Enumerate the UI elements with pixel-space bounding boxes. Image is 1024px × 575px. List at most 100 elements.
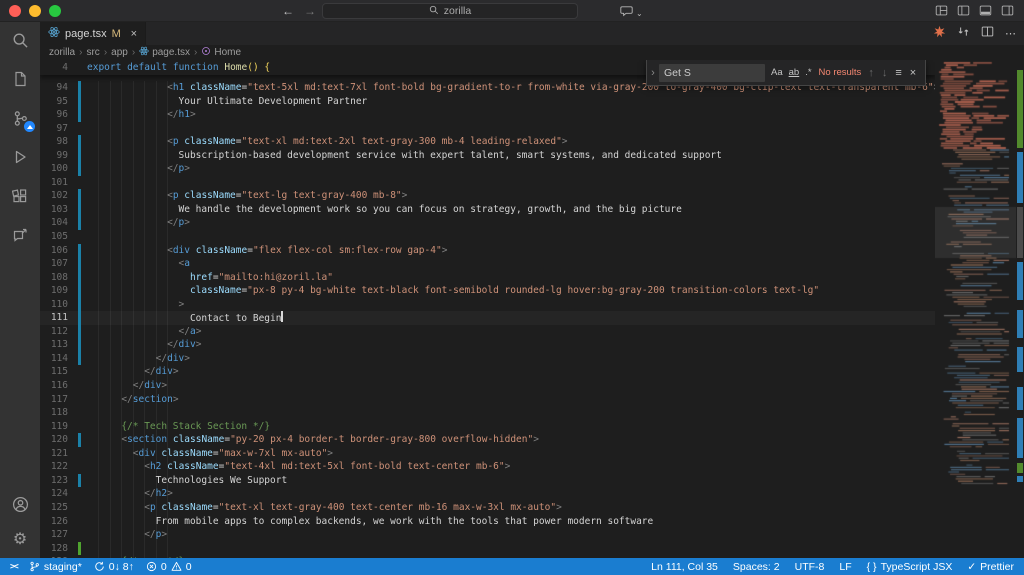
gutter-mod-marker — [77, 284, 87, 298]
code-editor[interactable]: 94 <h1 className="text-5xl md:text-7xl f… — [40, 60, 1024, 558]
gutter — [77, 447, 87, 461]
settings-gear-icon[interactable]: ⚙ — [8, 528, 32, 552]
extension-action-icon[interactable] — [933, 25, 946, 43]
git-sync-item[interactable]: 0↓ 8↑ — [94, 561, 134, 573]
match-case-toggle[interactable]: Aa — [771, 67, 783, 78]
find-in-selection-icon[interactable]: ≡ — [895, 67, 901, 79]
breadcrumb-symbol-home[interactable]: Home — [201, 46, 241, 59]
toggle-replace-icon[interactable]: › — [647, 60, 659, 85]
git-branch-item[interactable]: staging* — [29, 561, 82, 573]
encoding-item[interactable]: UTF-8 — [795, 561, 825, 573]
code-line-107[interactable]: 107 <a — [40, 257, 1024, 271]
code-line-120[interactable]: 120 <section className="py-20 px-4 borde… — [40, 433, 1024, 447]
minimize-window-button[interactable] — [29, 5, 41, 17]
tab-page-tsx[interactable]: page.tsx M × — [40, 22, 146, 45]
find-next-icon[interactable]: ↓ — [882, 67, 888, 79]
find-widget: › Get S Aa ab .* No results ↑ ↓ ≡ × — [646, 60, 926, 86]
line-number: 99 — [40, 149, 77, 163]
source-control-view-icon[interactable] — [8, 106, 32, 130]
code-line-96[interactable]: 96 </h1> — [40, 108, 1024, 122]
code-line-124[interactable]: 124 </h2> — [40, 487, 1024, 501]
code-line-119[interactable]: 119 {/* Tech Stack Section */} — [40, 420, 1024, 434]
search-view-icon[interactable] — [8, 28, 32, 52]
breadcrumb-src[interactable]: src — [86, 47, 99, 58]
code-text: </div> — [87, 352, 190, 366]
code-line-99[interactable]: 99 Subscription-based development servic… — [40, 149, 1024, 163]
problems-item[interactable]: 0 0 — [146, 561, 192, 573]
forward-button[interactable]: → — [304, 4, 316, 18]
code-line-108[interactable]: 108 href="mailto:hi@zoril.la" — [40, 271, 1024, 285]
eol-item[interactable]: LF — [839, 561, 851, 573]
code-line-121[interactable]: 121 <div className="max-w-7xl mx-auto"> — [40, 447, 1024, 461]
customize-layout-icon[interactable] — [935, 4, 948, 17]
explorer-view-icon[interactable] — [8, 67, 32, 91]
code-line-113[interactable]: 113 </div> — [40, 338, 1024, 352]
code-line-122[interactable]: 122 <h2 className="text-4xl md:text-5xl … — [40, 460, 1024, 474]
code-line-103[interactable]: 103 We handle the development work so yo… — [40, 203, 1024, 217]
gutter — [77, 122, 87, 136]
code-line-125[interactable]: 125 <p className="text-xl text-gray-400 … — [40, 501, 1024, 515]
formatter-item[interactable]: ✓ Prettier — [967, 561, 1014, 573]
errors-icon — [146, 561, 157, 572]
compare-changes-icon[interactable] — [957, 25, 970, 43]
gutter-mod-marker — [77, 257, 87, 271]
breadcrumb-project[interactable]: zorilla — [49, 47, 75, 58]
breadcrumb-app[interactable]: app — [111, 47, 128, 58]
line-number: 111 — [40, 311, 77, 325]
back-button[interactable]: ← — [282, 4, 294, 18]
tab-close-icon[interactable]: × — [131, 28, 137, 40]
find-close-icon[interactable]: × — [910, 67, 916, 79]
code-line-115[interactable]: 115 </div> — [40, 365, 1024, 379]
code-line-116[interactable]: 116 </div> — [40, 379, 1024, 393]
toggle-primary-sidebar-icon[interactable] — [957, 4, 970, 17]
code-line-123[interactable]: 123 Technologies We Support — [40, 474, 1024, 488]
code-line-114[interactable]: 114 </div> — [40, 352, 1024, 366]
zoom-window-button[interactable] — [49, 5, 61, 17]
toggle-secondary-sidebar-icon[interactable] — [1001, 4, 1014, 17]
code-line-126[interactable]: 126 From mobile apps to complex backends… — [40, 515, 1024, 529]
breadcrumb-file[interactable]: page.tsx — [139, 46, 190, 59]
code-line-127[interactable]: 127 </p> — [40, 528, 1024, 542]
run-debug-view-icon[interactable] — [8, 145, 32, 169]
code-line-128[interactable]: 128 — [40, 542, 1024, 556]
code-line-118[interactable]: 118 — [40, 406, 1024, 420]
code-line-102[interactable]: 102 <p className="text-lg text-gray-400 … — [40, 189, 1024, 203]
line-number: 100 — [40, 162, 77, 176]
code-line-101[interactable]: 101 — [40, 176, 1024, 190]
code-line-104[interactable]: 104 </p> — [40, 216, 1024, 230]
toggle-panel-icon[interactable] — [979, 4, 992, 17]
code-line-111[interactable]: 111 Contact to Begin — [40, 311, 1024, 325]
copilot-chat-button[interactable]: ⌄ — [620, 4, 643, 22]
sticky-line-number: 4 — [40, 60, 77, 75]
extensions-view-icon[interactable] — [8, 184, 32, 208]
indentation-item[interactable]: Spaces: 2 — [733, 561, 780, 573]
line-number: 118 — [40, 406, 77, 420]
code-line-95[interactable]: 95 Your Ultimate Development Partner — [40, 95, 1024, 109]
code-line-109[interactable]: 109 className="px-8 py-4 bg-white text-b… — [40, 284, 1024, 298]
code-line-106[interactable]: 106 <div className="flex flex-col sm:fle… — [40, 244, 1024, 258]
code-line-112[interactable]: 112 </a> — [40, 325, 1024, 339]
language-mode-item[interactable]: { } TypeScript JSX — [867, 561, 953, 573]
comments-view-icon[interactable] — [8, 223, 32, 247]
minimap[interactable] — [935, 60, 1016, 558]
close-window-button[interactable] — [9, 5, 21, 17]
code-line-98[interactable]: 98 <p className="text-xl md:text-2xl tex… — [40, 135, 1024, 149]
code-line-110[interactable]: 110 > — [40, 298, 1024, 312]
find-input[interactable]: Get S — [659, 64, 765, 82]
code-line-100[interactable]: 100 </p> — [40, 162, 1024, 176]
line-number: 125 — [40, 501, 77, 515]
find-previous-icon[interactable]: ↑ — [868, 67, 874, 79]
command-center-search[interactable]: zorilla — [322, 3, 578, 19]
code-line-117[interactable]: 117 </section> — [40, 393, 1024, 407]
split-editor-icon[interactable] — [981, 25, 994, 43]
git-modified-badge: M — [112, 28, 121, 40]
more-actions-icon[interactable]: ⋯ — [1005, 27, 1016, 40]
regex-toggle[interactable]: .* — [805, 67, 811, 78]
cursor-position-item[interactable]: Ln 111, Col 35 — [651, 561, 718, 573]
remote-indicator[interactable]: >< — [10, 562, 17, 572]
whole-word-toggle[interactable]: ab — [789, 67, 800, 78]
code-line-105[interactable]: 105 — [40, 230, 1024, 244]
code-text: </div> — [87, 365, 179, 379]
code-line-97[interactable]: 97 — [40, 122, 1024, 136]
accounts-icon[interactable] — [8, 492, 32, 516]
